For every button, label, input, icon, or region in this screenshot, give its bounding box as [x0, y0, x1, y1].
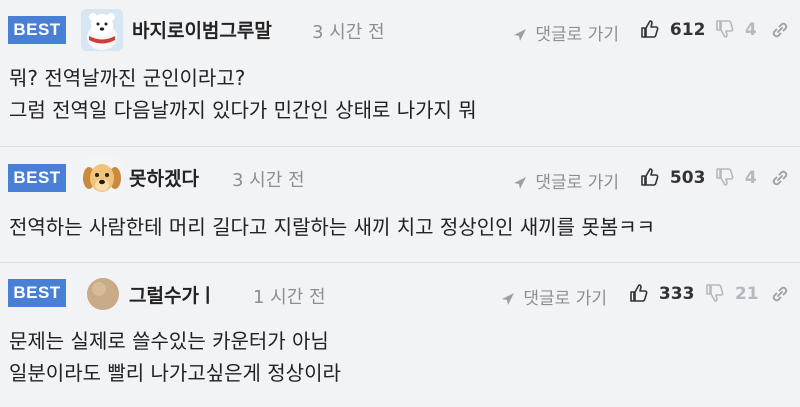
reply-arrow-icon: [502, 293, 514, 305]
reply-link[interactable]: 댓글로 가기: [512, 168, 619, 193]
downvote-button[interactable]: 4: [715, 19, 757, 40]
polar-bear-avatar[interactable]: [81, 9, 123, 51]
comment-nickname[interactable]: 그럴수가ㅣ: [129, 281, 216, 308]
upvote-button[interactable]: 503: [640, 167, 705, 188]
comment-nickname[interactable]: 못하겠다: [129, 164, 199, 191]
upvote-button[interactable]: 333: [629, 283, 694, 304]
downvote-button[interactable]: 4: [715, 167, 757, 188]
comment-line: 문제는 실제로 쓸수있는 카운터가 아님: [9, 329, 329, 353]
comment-time: 1 시간 전: [253, 287, 326, 308]
comment-line: 그럼 전역일 다음날까지 있다가 민간인 상태로 나가지 뭐: [9, 98, 477, 122]
comment-item: BEST 바지로이범그루말 3 시간 전 댓글로 가기 612 4 뭐? 전역날…: [0, 0, 800, 147]
link-icon[interactable]: [770, 284, 790, 308]
thumbs-down-icon: [706, 284, 724, 302]
puppy-avatar[interactable]: [81, 156, 123, 198]
comment-body: 전역하는 사람한테 머리 길다고 지랄하는 새끼 치고 정상인인 새끼를 못봄ㅋ…: [9, 211, 655, 243]
downvote-button[interactable]: 21: [705, 283, 759, 304]
comment-line: 일분이라도 빨리 나가고싶은게 정상이라: [9, 361, 341, 385]
reply-link[interactable]: 댓글로 가기: [512, 20, 619, 45]
upvote-count: 612: [669, 20, 706, 40]
reply-arrow-icon: [514, 177, 526, 189]
thumbs-up-icon: [641, 168, 659, 186]
comment-item: BEST 못하겠다 3 시간 전 댓글로 가기 503 4 전역하는 사람한테 …: [0, 147, 800, 263]
best-badge: BEST: [8, 164, 66, 192]
link-icon[interactable]: [770, 168, 790, 192]
comment-time: 3 시간 전: [312, 22, 385, 43]
best-badge: BEST: [8, 16, 66, 44]
default-circle-avatar[interactable]: [87, 278, 119, 310]
best-badge: BEST: [8, 279, 66, 307]
reply-arrow-icon: [514, 29, 526, 41]
downvote-count: 21: [734, 284, 759, 304]
reply-link-label: 댓글로 가기: [523, 289, 608, 309]
comment-line: 전역하는 사람한테 머리 길다고 지랄하는 새끼 치고 정상인인 새끼를 못봄ㅋ…: [9, 215, 656, 239]
link-icon[interactable]: [770, 20, 790, 44]
comment-nickname[interactable]: 바지로이범그루말: [132, 16, 272, 43]
thumbs-down-icon: [716, 20, 734, 38]
upvote-count: 333: [658, 284, 695, 304]
downvote-count: 4: [744, 20, 757, 40]
thumbs-down-icon: [716, 168, 734, 186]
comment-line: 뭐? 전역날까진 군인이라고?: [9, 66, 246, 90]
comment-time: 3 시간 전: [232, 170, 305, 191]
thumbs-up-icon: [641, 20, 659, 38]
reply-link-label: 댓글로 가기: [535, 25, 620, 45]
upvote-button[interactable]: 612: [640, 19, 705, 40]
comment-body: 문제는 실제로 쓸수있는 카운터가 아님 일분이라도 빨리 나가고싶은게 정상이…: [9, 325, 341, 389]
thumbs-up-icon: [630, 284, 648, 302]
reply-link-label: 댓글로 가기: [535, 173, 620, 193]
downvote-count: 4: [744, 168, 757, 188]
comment-body: 뭐? 전역날까진 군인이라고? 그럼 전역일 다음날까지 있다가 민간인 상태로…: [9, 62, 477, 126]
comment-item: BEST 그럴수가ㅣ 1 시간 전 댓글로 가기 333 21 문제는 실제로 …: [0, 263, 800, 407]
reply-link[interactable]: 댓글로 가기: [500, 284, 607, 309]
upvote-count: 503: [669, 168, 706, 188]
